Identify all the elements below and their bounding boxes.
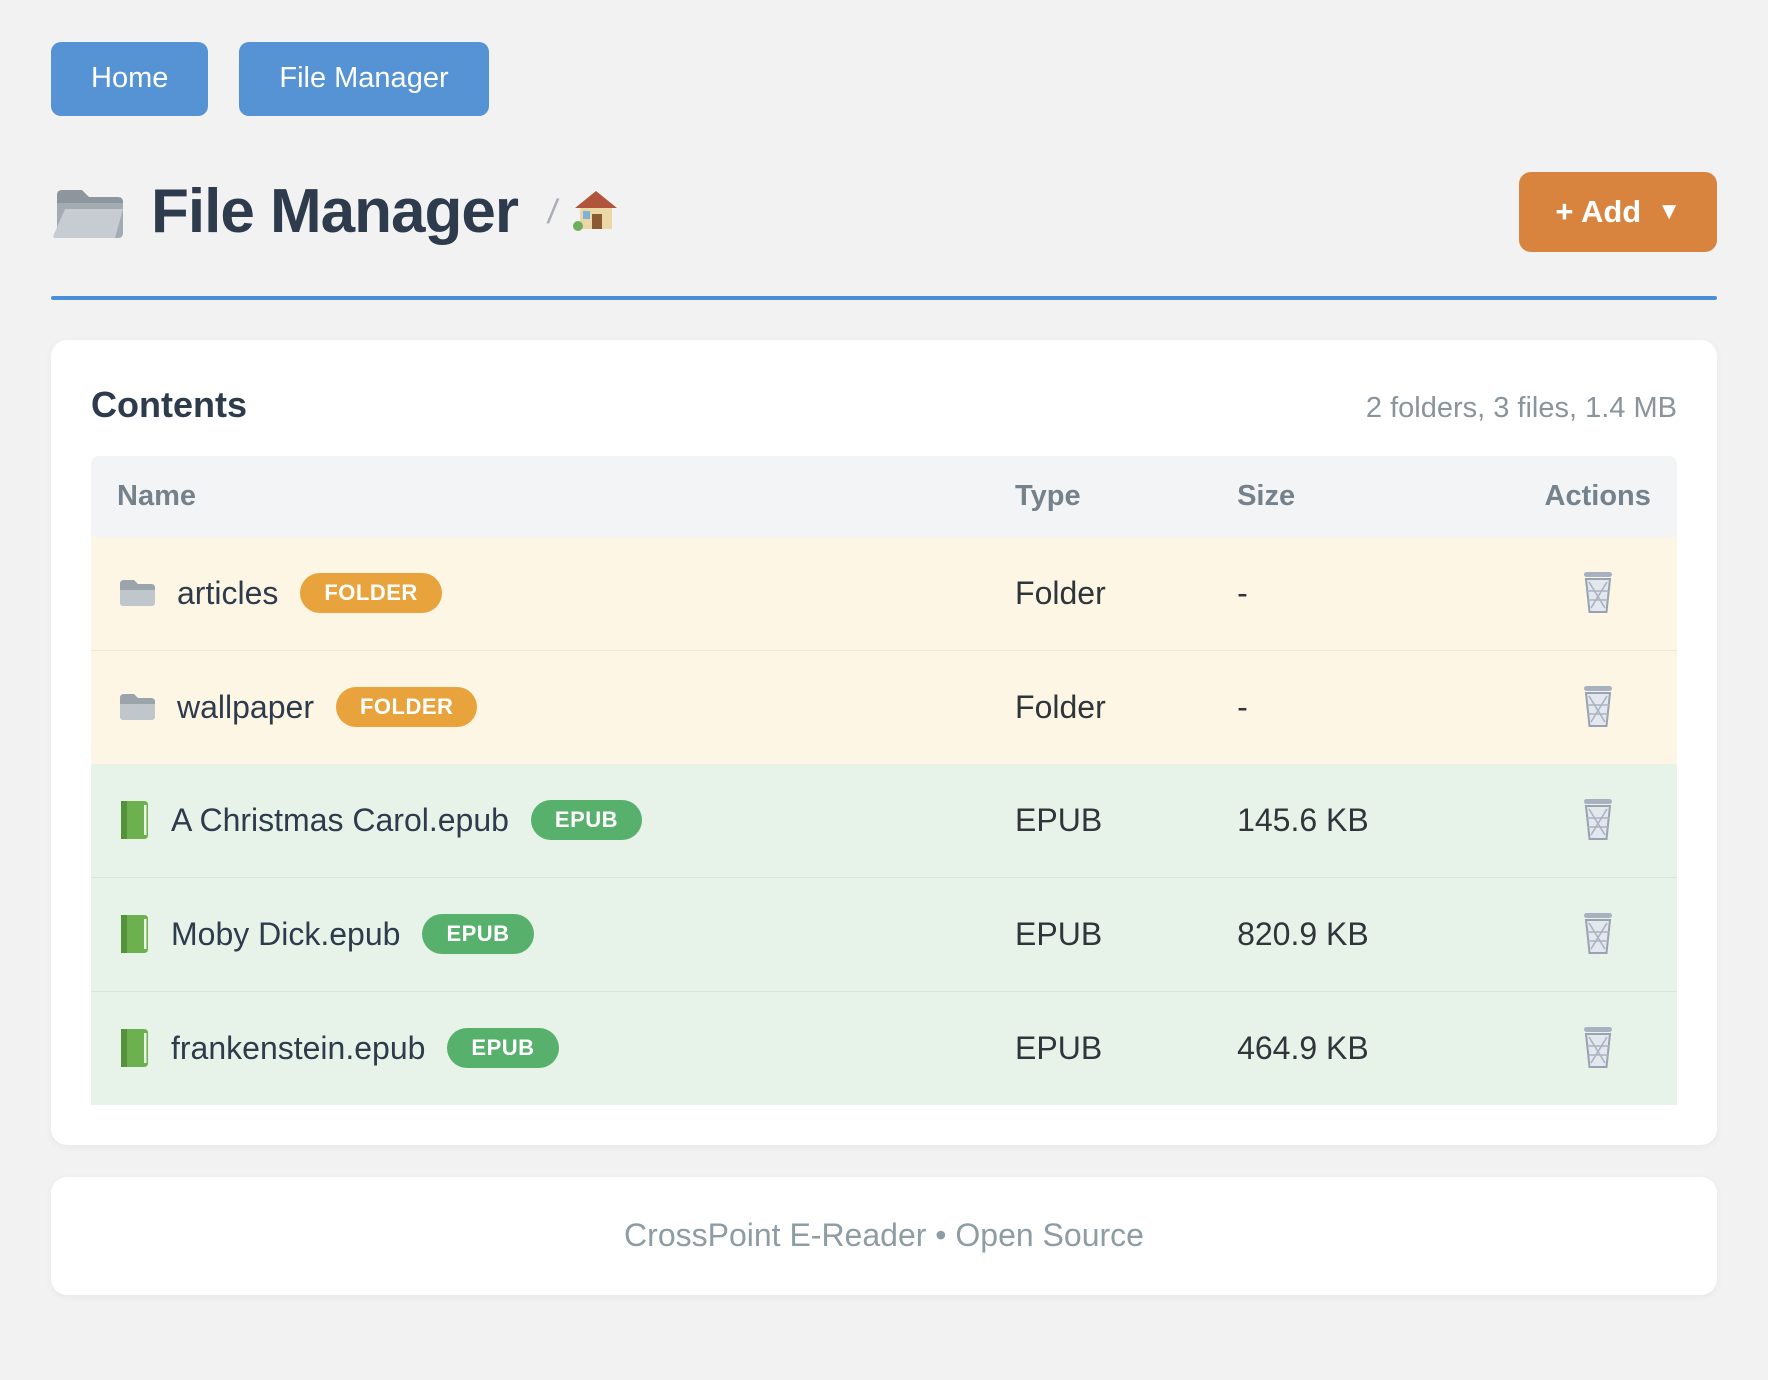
contents-card-header: Contents 2 folders, 3 files, 1.4 MB [91, 384, 1677, 426]
book-icon [117, 913, 151, 955]
file-name-link[interactable]: A Christmas Carol.epub [171, 802, 509, 839]
add-button-label: + Add [1555, 194, 1641, 230]
breadcrumb-separator: / [545, 193, 560, 232]
nav-button-file-manager[interactable]: File Manager [239, 42, 488, 116]
cell-type: EPUB [995, 991, 1217, 1105]
folder-icon [117, 577, 157, 609]
trash-icon [1580, 683, 1616, 729]
cell-size: 145.6 KB [1217, 764, 1518, 878]
column-header-type: Type [995, 456, 1217, 537]
title-divider [51, 296, 1717, 300]
epub-badge: EPUB [422, 914, 533, 954]
trash-icon [1580, 569, 1616, 615]
page-header: File Manager / + Add ▼ [51, 172, 1717, 252]
cell-type: Folder [995, 537, 1217, 651]
house-icon[interactable] [573, 188, 619, 232]
chevron-down-icon: ▼ [1657, 200, 1681, 224]
table-row[interactable]: A Christmas Carol.epub EPUB EPUB 145.6 K… [91, 764, 1677, 878]
cell-type: Folder [995, 650, 1217, 764]
contents-heading: Contents [91, 384, 247, 426]
cell-size: - [1217, 537, 1518, 651]
trash-icon [1580, 910, 1616, 956]
column-header-actions: Actions [1518, 456, 1677, 537]
table-row[interactable]: wallpaper FOLDER Folder - [91, 650, 1677, 764]
delete-button[interactable] [1574, 790, 1622, 848]
epub-badge: EPUB [531, 800, 642, 840]
add-button[interactable]: + Add ▼ [1519, 172, 1717, 252]
trash-icon [1580, 796, 1616, 842]
cell-type: EPUB [995, 764, 1217, 878]
folder-icon [117, 691, 157, 723]
table-row[interactable]: Moby Dick.epub EPUB EPUB 820.9 KB [91, 877, 1677, 991]
delete-button[interactable] [1574, 1018, 1622, 1076]
file-table: Name Type Size Actions article [91, 456, 1677, 1105]
open-folder-icon [51, 181, 127, 243]
title-group: File Manager / [51, 176, 619, 247]
table-row[interactable]: articles FOLDER Folder - [91, 537, 1677, 651]
contents-card: Contents 2 folders, 3 files, 1.4 MB Name… [51, 340, 1717, 1145]
file-name-link[interactable]: frankenstein.epub [171, 1030, 425, 1067]
folder-badge: FOLDER [336, 687, 477, 727]
footer-text: CrossPoint E-Reader • Open Source [624, 1217, 1144, 1254]
delete-button[interactable] [1574, 677, 1622, 735]
file-table-header: Name Type Size Actions [91, 456, 1677, 537]
delete-button[interactable] [1574, 563, 1622, 621]
cell-type: EPUB [995, 877, 1217, 991]
book-icon [117, 799, 151, 841]
book-icon [117, 1027, 151, 1069]
folder-badge: FOLDER [300, 573, 441, 613]
trash-icon [1580, 1024, 1616, 1070]
page-title: File Manager [151, 176, 518, 247]
table-row[interactable]: frankenstein.epub EPUB EPUB 464.9 KB [91, 991, 1677, 1105]
nav-buttons: Home File Manager [51, 42, 1717, 116]
contents-summary: 2 folders, 3 files, 1.4 MB [1366, 392, 1677, 425]
column-header-name: Name [91, 456, 995, 537]
column-header-size: Size [1217, 456, 1518, 537]
breadcrumb: / [548, 188, 619, 236]
cell-size: 820.9 KB [1217, 877, 1518, 991]
file-name-link[interactable]: Moby Dick.epub [171, 916, 400, 953]
cell-size: 464.9 KB [1217, 991, 1518, 1105]
nav-button-home[interactable]: Home [51, 42, 208, 116]
delete-button[interactable] [1574, 904, 1622, 962]
file-name-link[interactable]: wallpaper [177, 689, 314, 726]
cell-size: - [1217, 650, 1518, 764]
epub-badge: EPUB [447, 1028, 558, 1068]
footer: CrossPoint E-Reader • Open Source [51, 1177, 1717, 1295]
file-name-link[interactable]: articles [177, 575, 278, 612]
